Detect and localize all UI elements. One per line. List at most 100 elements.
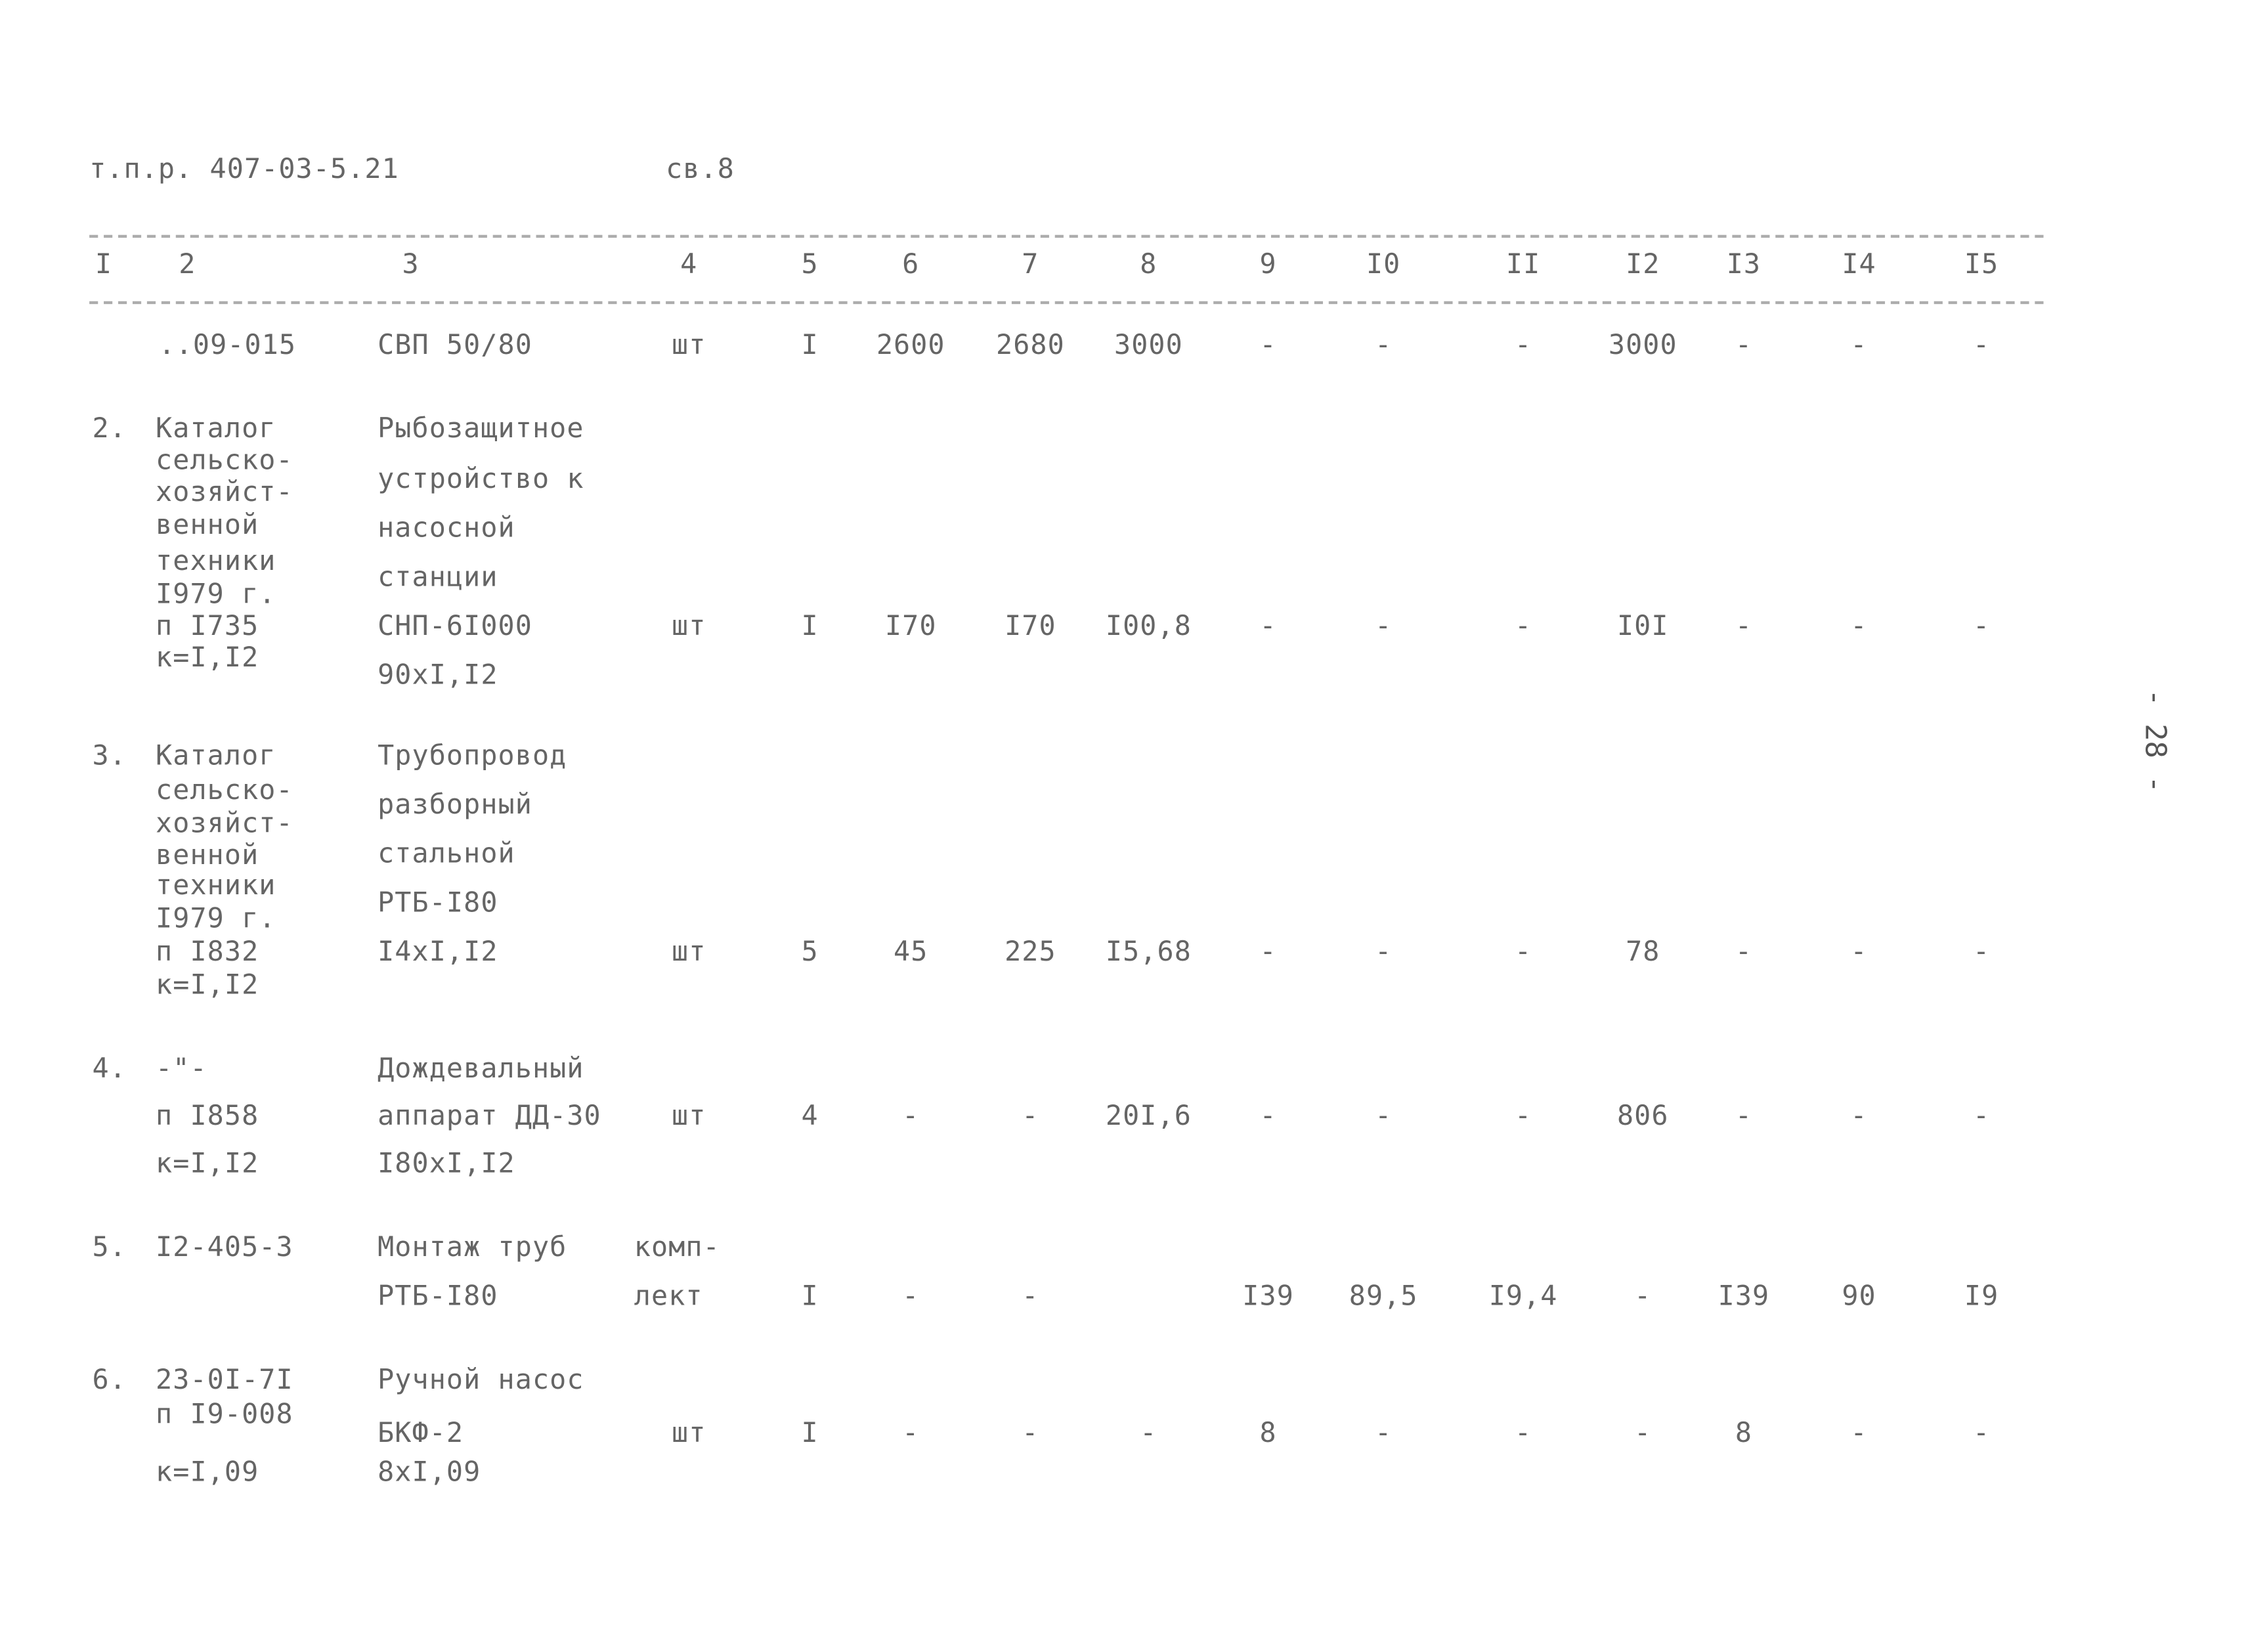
cell-col-15: - bbox=[1973, 1417, 1991, 1450]
cell-col-4: шт bbox=[671, 936, 706, 968]
source-reference-line: к=I,I2 bbox=[156, 1148, 259, 1180]
sheet-label: св.8 bbox=[666, 153, 735, 186]
cell-col-12: - bbox=[1634, 1417, 1652, 1450]
cell-col-6: - bbox=[902, 1417, 920, 1450]
cell-col-12: 3000 bbox=[1608, 329, 1677, 361]
cell-col-13: - bbox=[1735, 1100, 1753, 1133]
cell-col-10: 89,5 bbox=[1349, 1280, 1418, 1313]
source-reference-line: сельско- bbox=[156, 445, 293, 477]
source-reference-line: к=I,09 bbox=[156, 1456, 259, 1489]
cell-col-5: I bbox=[801, 610, 819, 642]
cell-col-7: - bbox=[1022, 1280, 1039, 1313]
source-reference-line: венной bbox=[156, 839, 259, 871]
cell-col-5: I bbox=[801, 1280, 819, 1313]
cell-col-8: I5,68 bbox=[1105, 936, 1192, 968]
cell-col-7: 2680 bbox=[996, 329, 1065, 361]
row-number: 3. bbox=[92, 740, 127, 772]
cell-col-9: I39 bbox=[1242, 1280, 1294, 1313]
cell-col-13: 8 bbox=[1735, 1417, 1753, 1450]
cell-col-8: 20I,6 bbox=[1105, 1100, 1192, 1133]
cell-col-11: - bbox=[1514, 1100, 1532, 1133]
document-code: т.п.р. 407-03-5.21 bbox=[89, 153, 399, 186]
row-number: 2. bbox=[92, 412, 127, 445]
item-name-line: разборный bbox=[378, 789, 532, 821]
column-header-11: II bbox=[1505, 248, 1541, 280]
item-name-line: СВП 50/80 bbox=[378, 329, 532, 361]
item-name-line: аппарат ДД-30 bbox=[378, 1100, 601, 1133]
column-header-3: 3 bbox=[402, 248, 420, 280]
cell-col-5: I bbox=[801, 1417, 819, 1450]
cell-col-4: шт bbox=[671, 610, 706, 642]
source-reference-line: I979 г. bbox=[156, 903, 276, 935]
item-name-line: РТБ-I80 bbox=[378, 887, 498, 919]
cell-col-10: - bbox=[1375, 1417, 1393, 1450]
row-number: 5. bbox=[92, 1231, 127, 1263]
unit-line: лект bbox=[634, 1280, 703, 1313]
cell-col-6: I70 bbox=[884, 610, 937, 642]
item-name-line: Ручной насос bbox=[378, 1364, 584, 1396]
cell-col-10: - bbox=[1375, 329, 1393, 361]
cell-col-15: - bbox=[1973, 610, 1991, 642]
cell-col-6: - bbox=[902, 1280, 920, 1313]
cell-col-14: - bbox=[1850, 610, 1868, 642]
cell-col-4: шт bbox=[671, 1100, 706, 1133]
item-name-line: I4хI,I2 bbox=[378, 936, 498, 968]
item-name-line: Трубопровод bbox=[378, 740, 567, 772]
cell-col-14: 90 bbox=[1842, 1280, 1876, 1313]
item-name-line: 8хI,09 bbox=[378, 1456, 481, 1489]
cell-col-9: - bbox=[1259, 1100, 1277, 1133]
column-header-4: 4 bbox=[680, 248, 698, 280]
cell-col-15: - bbox=[1973, 936, 1991, 968]
cell-col-11: - bbox=[1514, 329, 1532, 361]
item-name-line: Дождевальный bbox=[378, 1053, 584, 1085]
column-header-9: 9 bbox=[1259, 248, 1277, 280]
item-name-line: I80хI,I2 bbox=[378, 1148, 515, 1180]
cell-col-10: - bbox=[1375, 610, 1393, 642]
cell-col-13: - bbox=[1735, 936, 1753, 968]
column-header-10: I0 bbox=[1366, 248, 1401, 280]
source-reference-line: Каталог bbox=[156, 412, 276, 445]
column-header-5: 5 bbox=[801, 248, 819, 280]
header-top-rule bbox=[89, 234, 2044, 238]
source-reference-line: п I735 bbox=[156, 610, 259, 642]
cell-col-12: - bbox=[1634, 1280, 1652, 1313]
cell-col-14: - bbox=[1850, 329, 1868, 361]
cell-col-12: 806 bbox=[1616, 1100, 1669, 1133]
cell-col-10: - bbox=[1375, 1100, 1393, 1133]
column-header-6: 6 bbox=[902, 248, 920, 280]
column-header-12: I2 bbox=[1626, 248, 1660, 280]
cell-col-9: - bbox=[1259, 610, 1277, 642]
cell-col-6: 2600 bbox=[876, 329, 945, 361]
cell-col-5: 5 bbox=[801, 936, 819, 968]
source-reference-line: к=I,I2 bbox=[156, 969, 259, 1001]
source-reference-line: 23-0I-7I bbox=[156, 1364, 293, 1396]
cell-col-15: - bbox=[1973, 1100, 1991, 1133]
cell-col-13: - bbox=[1735, 610, 1753, 642]
cell-col-5: 4 bbox=[801, 1100, 819, 1133]
source-reference-line: ..09-015 bbox=[158, 329, 297, 361]
cell-col-9: 8 bbox=[1259, 1417, 1277, 1450]
cell-col-11: - bbox=[1514, 936, 1532, 968]
cell-col-14: - bbox=[1850, 1100, 1868, 1133]
source-reference-line: п I858 bbox=[156, 1100, 259, 1133]
cell-col-14: - bbox=[1850, 936, 1868, 968]
item-name-line: БКФ-2 bbox=[378, 1417, 464, 1450]
cell-col-11: - bbox=[1514, 610, 1532, 642]
source-reference-line: п I832 bbox=[156, 936, 259, 968]
source-reference-line: Каталог bbox=[156, 740, 276, 772]
cell-col-8: I00,8 bbox=[1105, 610, 1192, 642]
cell-col-9: - bbox=[1259, 936, 1277, 968]
item-name-line: Рыбозащитное bbox=[378, 412, 584, 445]
header-bottom-rule bbox=[89, 301, 2044, 305]
item-name-line: СНП-6I000 bbox=[378, 610, 532, 642]
cell-col-13: I39 bbox=[1718, 1280, 1770, 1313]
cell-col-7: 225 bbox=[1005, 936, 1056, 968]
cell-col-10: - bbox=[1375, 936, 1393, 968]
cell-col-15: - bbox=[1973, 329, 1991, 361]
cell-col-4: шт bbox=[671, 329, 706, 361]
cell-col-12: 78 bbox=[1626, 936, 1660, 968]
source-reference-line: венной bbox=[156, 509, 259, 542]
row-number: 4. bbox=[92, 1053, 127, 1085]
item-name-line: стальной bbox=[378, 838, 515, 870]
cell-col-11: I9,4 bbox=[1488, 1280, 1558, 1313]
